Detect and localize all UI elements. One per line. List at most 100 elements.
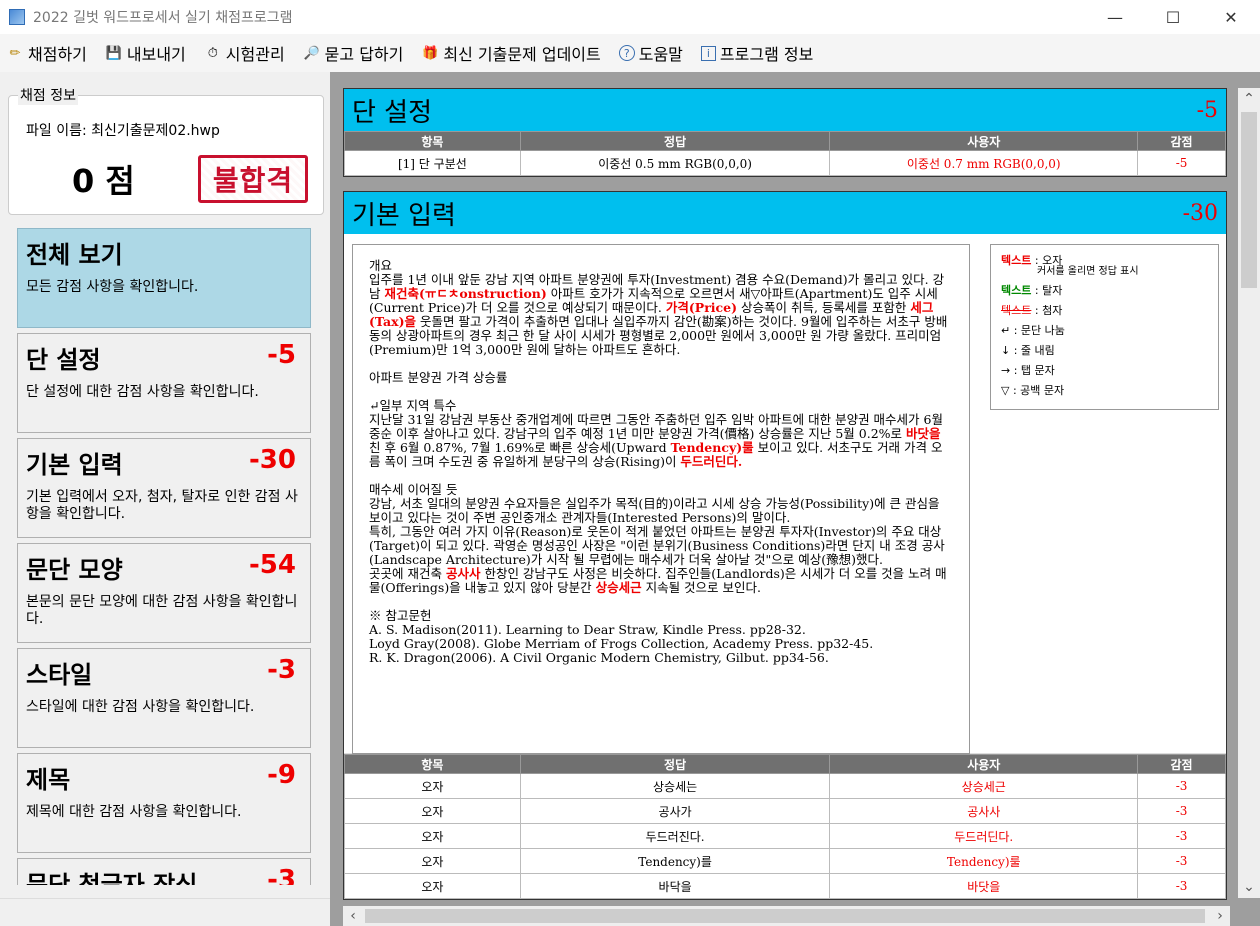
category-title: 문단 첫글자 장식 — [26, 871, 198, 885]
category-column[interactable]: 단 설정 -5 단 설정에 대한 감점 사항을 확인합니다. — [17, 333, 311, 433]
col-answer: 정답 — [519, 754, 831, 774]
category-desc: 단 설정에 대한 감점 사항을 확인합니다. — [26, 384, 259, 400]
category-dropcap[interactable]: 문단 첫글자 장식 -3 — [17, 858, 311, 885]
typo-mark[interactable]: 상승세근 — [596, 580, 642, 595]
scroll-left-icon[interactable]: ‹ — [343, 906, 363, 926]
cell-user: 공사사 — [829, 798, 1139, 824]
doc-ref-title: ※ 참고문헌 — [369, 608, 432, 623]
menu-qna[interactable]: 🔎 묻고 답하기 — [303, 41, 404, 65]
menu-update[interactable]: 🎁 최신 기출문제 업데이트 — [421, 41, 600, 65]
cell-answer: 이중선 0.5 mm RGB(0,0,0) — [519, 150, 831, 176]
category-title: 단 설정 — [26, 346, 101, 374]
minimize-button[interactable]: — — [1086, 0, 1144, 34]
scroll-up-icon[interactable]: ⌃ — [1238, 88, 1260, 110]
title-bar: 2022 길벗 워드프로세서 실기 채점프로그램 — ☐ ✕ — [0, 0, 1260, 34]
category-score: -5 — [267, 340, 296, 370]
table-header-row: 항목 정답 사용자 감점 — [344, 131, 1226, 151]
col-deduction: 감점 — [1137, 754, 1226, 774]
doc-paragraph: 강남, 서초 일대의 분양권 수요자들은 실입주가 목적(目的)이라고 시세 상… — [369, 496, 940, 525]
total-score: 0 점 — [72, 162, 135, 200]
grading-info-legend: 채점 정보 — [18, 85, 78, 105]
scroll-thumb[interactable] — [1241, 112, 1257, 288]
cell-answer: 공사가 — [519, 798, 831, 824]
gift-icon: 🎁 — [422, 45, 439, 61]
scroll-right-icon[interactable]: › — [1210, 906, 1230, 926]
info-icon: i — [700, 45, 716, 61]
section-score: -5 — [1196, 97, 1218, 123]
doc-text: 지속될 것으로 보인다. — [641, 580, 762, 595]
fail-stamp: 불합격 — [198, 155, 308, 203]
menu-exam-manage[interactable]: ⏱ 시험관리 — [204, 41, 285, 65]
menu-about[interactable]: i 프로그램 정보 — [700, 41, 813, 65]
left-footer — [0, 898, 330, 926]
horizontal-scrollbar[interactable]: ‹ › — [343, 906, 1230, 926]
section-title: 단 설정 — [352, 97, 433, 128]
section-basic-input: 기본 입력 -30 개요 입주를 1년 이내 앞둔 강남 지역 아파트 분양권에… — [343, 191, 1227, 900]
category-all[interactable]: 전체 보기 모든 감점 사항을 확인합니다. — [17, 228, 311, 328]
menu-export[interactable]: 💾 내보내기 — [105, 41, 186, 65]
menu-label: 도움말 — [638, 45, 683, 64]
menu-help[interactable]: ? 도움말 — [618, 41, 683, 65]
vertical-scrollbar[interactable]: ⌃ ⌄ — [1238, 88, 1260, 898]
typo-mark[interactable]: Tendency)룰 — [671, 440, 754, 455]
category-heading[interactable]: 제목 -9 제목에 대한 감점 사항을 확인합니다. — [17, 753, 311, 853]
cell-item: 오자 — [344, 773, 521, 799]
category-paragraph[interactable]: 문단 모양 -54 본문의 문단 모양에 대한 감점 사항을 확인합니다. — [17, 543, 311, 643]
category-title: 기본 입력 — [26, 451, 123, 479]
cell-answer: 상승세는 — [519, 773, 831, 799]
document-area: 개요 입주를 1년 이내 앞둔 강남 지역 아파트 분양권에 투자(Invest… — [344, 234, 1226, 754]
category-desc: 스타일에 대한 감점 사항을 확인합니다. — [26, 699, 255, 715]
scroll-down-icon[interactable]: ⌄ — [1238, 876, 1260, 898]
cell-item: 오자 — [344, 873, 521, 899]
typo-mark[interactable]: 공사사 — [446, 566, 481, 581]
table-row[interactable]: 오자 공사가 공사사 -3 — [344, 798, 1226, 824]
typo-mark[interactable]: 바닷을 — [906, 426, 941, 441]
cell-answer: Tendency)를 — [519, 848, 831, 874]
legend-extra-sample: 텍스트 — [1001, 304, 1032, 317]
cell-deduction: -3 — [1137, 873, 1226, 899]
col-answer: 정답 — [519, 131, 831, 151]
menu-grade[interactable]: ✏ 채점하기 — [6, 41, 87, 65]
table-row[interactable]: 오자 두드러진다. 두드러딘다. -3 — [344, 823, 1226, 849]
category-score: -3 — [267, 865, 296, 885]
menu-label: 내보내기 — [126, 45, 186, 64]
legend-box: 텍스트 : 오자 커서를 올리면 정답 표시 텍스트 : 탈자 텍스트 : 첨자… — [990, 244, 1219, 410]
section-header: 단 설정 -5 — [344, 89, 1226, 131]
cell-user: 두드러딘다. — [829, 823, 1139, 849]
category-style[interactable]: 스타일 -3 스타일에 대한 감점 사항을 확인합니다. — [17, 648, 311, 748]
table-row[interactable]: 오자 Tendency)를 Tendency)룰 -3 — [344, 848, 1226, 874]
category-title: 제목 — [26, 766, 71, 794]
typo-mark[interactable]: 가격(Price) — [666, 300, 737, 315]
category-list: 전체 보기 모든 감점 사항을 확인합니다. 단 설정 -5 단 설정에 대한 … — [17, 228, 311, 885]
cell-user: 이중선 0.7 mm RGB(0,0,0) — [829, 150, 1139, 176]
table-row[interactable]: [1] 단 구분선 이중선 0.5 mm RGB(0,0,0) 이중선 0.7 … — [344, 150, 1226, 176]
deduction-table: 항목 정답 사용자 감점 오자 상승세는 상승세근 -3 오자 공사가 공사사 -3 오자 두… — [344, 754, 1226, 899]
app-icon — [9, 9, 25, 25]
menu-label: 채점하기 — [28, 45, 87, 64]
cell-answer: 바닥을 — [519, 873, 831, 899]
doc-heading: 아파트 분양권 가격 상승률 — [369, 370, 508, 385]
cell-deduction: -3 — [1137, 823, 1226, 849]
col-item: 항목 — [344, 131, 521, 151]
category-basic-input[interactable]: 기본 입력 -30 기본 입력에서 오자, 첨자, 탈자로 인한 감점 사항을 … — [17, 438, 311, 538]
typo-mark[interactable]: 재건축(ㅠㄷㅊonstruction) — [384, 286, 546, 301]
doc-ref: A. S. Madison(2011). Learning to Dear St… — [369, 622, 806, 637]
table-row[interactable]: 오자 바닥을 바닷을 -3 — [344, 873, 1226, 899]
cell-deduction: -3 — [1137, 798, 1226, 824]
close-button[interactable]: ✕ — [1202, 0, 1260, 34]
legend-missing: 텍스트 : 탈자 — [1001, 281, 1208, 301]
typo-mark[interactable]: 두드러딘다. — [680, 454, 742, 469]
category-desc: 본문의 문단 모양에 대한 감점 사항을 확인합니다. — [26, 594, 298, 627]
category-score: -54 — [249, 550, 296, 580]
document-preview[interactable]: 개요 입주를 1년 이내 앞둔 강남 지역 아파트 분양권에 투자(Invest… — [352, 244, 970, 754]
table-row[interactable]: 오자 상승세는 상승세근 -3 — [344, 773, 1226, 799]
pencil-icon: ✏ — [9, 45, 21, 61]
category-score: -9 — [267, 760, 296, 790]
legend-extra: 텍스트 : 첨자 — [1001, 301, 1208, 321]
doc-text: 웃돌면 팔고 가격이 추출하면 입대나 실입주까지 감안(勘案)하는 것이다. … — [369, 314, 948, 357]
maximize-button[interactable]: ☐ — [1144, 0, 1202, 34]
doc-paragraph: 곳곳에 재건축 공사사 한창인 강남구도 사정은 비슷하다. 집주인들(Land… — [369, 567, 953, 595]
scroll-thumb[interactable] — [365, 909, 1205, 923]
section-score: -30 — [1182, 200, 1218, 226]
category-score: -30 — [249, 445, 296, 475]
